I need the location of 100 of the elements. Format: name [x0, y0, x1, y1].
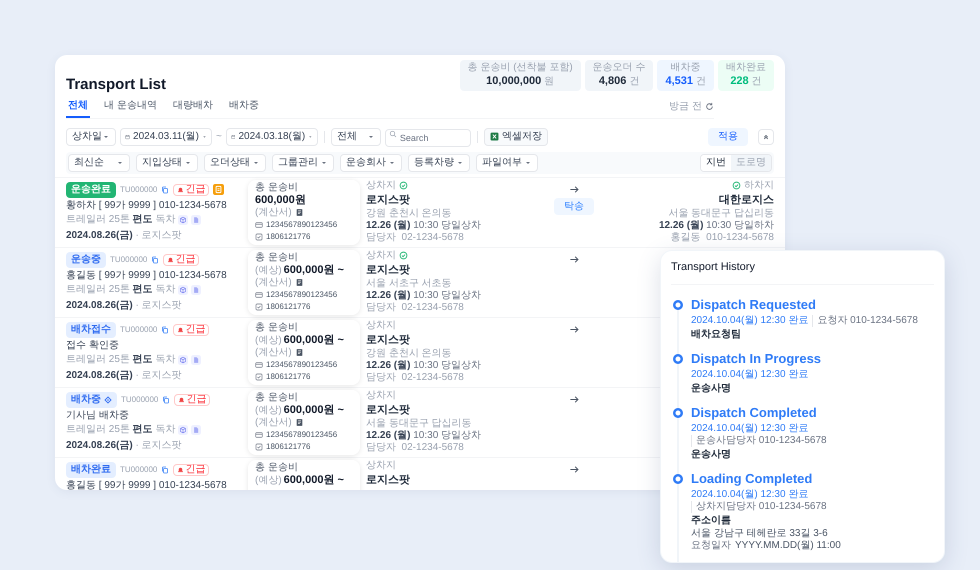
schedule-time: 12.26 (월) 10:30 당일상차	[366, 220, 482, 232]
status-badge: 운송중	[66, 252, 106, 268]
fee-label: 총 운송비	[255, 252, 299, 264]
address-mode-toggle[interactable]: 지번	[701, 154, 731, 170]
estimate-label: (예상)	[255, 474, 282, 486]
step-team: 운송사명	[691, 448, 732, 460]
step-team: 운송사명	[691, 382, 732, 394]
file-icon[interactable]	[191, 214, 202, 224]
copy-icon[interactable]	[161, 186, 170, 194]
package-icon[interactable]	[178, 284, 188, 294]
file-icon[interactable]	[191, 424, 202, 434]
step-time: 2024.10.04(월) 12:30 완료	[691, 368, 808, 380]
vehicle-info: 트레일러 25톤 편도 독차	[66, 354, 176, 366]
order-code: TU000000	[120, 184, 158, 196]
apply-button[interactable]: 적용	[708, 128, 748, 146]
step-time: 2024.10.04(월) 12:30 완료	[691, 314, 808, 326]
dropdown[interactable]: 전체	[330, 128, 381, 146]
urgent-badge: 긴급	[173, 464, 210, 476]
location-label: 하차지	[744, 180, 774, 192]
file-icon[interactable]	[191, 284, 202, 294]
date-field[interactable]: 2024.03.18(월)	[226, 128, 318, 146]
step-time: 2024.10.04(월) 12:30 완료	[691, 488, 808, 500]
package-icon[interactable]	[178, 214, 188, 224]
stat-label: 배차완료	[726, 62, 766, 74]
location-address: 서울 동대문구 답십리동	[668, 208, 774, 220]
receipt-icon	[294, 208, 304, 217]
invoice-label: (계산서)	[255, 346, 292, 358]
stat-value: 4,806	[598, 74, 626, 89]
excel-export-button[interactable]: 엑셀저장	[484, 128, 548, 146]
tab[interactable]: 내 운송내역	[102, 98, 159, 118]
timeline-dot-icon	[673, 354, 683, 364]
estimate-label: (예상)	[255, 264, 282, 276]
dropdown[interactable]: 상차일	[66, 128, 116, 146]
collapse-button[interactable]	[758, 128, 774, 144]
order-code: TU000000	[120, 464, 158, 476]
refresh-icon[interactable]	[705, 102, 714, 110]
arrow-right-icon	[568, 464, 580, 474]
fee-label: 총 운송비	[255, 392, 299, 404]
status-badge: 운송완료	[66, 182, 116, 198]
checklist-icon	[255, 442, 263, 450]
fee-label: 총 운송비	[255, 322, 299, 334]
status-badge: 배차완료	[66, 462, 116, 478]
date-field[interactable]: 2024.03.11(월)	[120, 128, 212, 146]
stat-value: 4,531	[665, 74, 693, 89]
copy-icon[interactable]	[151, 256, 160, 264]
tab[interactable]: 배차중	[226, 98, 261, 118]
fee-amount: 600,000원 ~	[284, 264, 344, 276]
urgent-badge: 긴급	[173, 324, 210, 336]
location-name: 로지스팟	[366, 262, 411, 276]
order-date: 2024.08.26(금) · 로지스팟	[66, 370, 183, 382]
arrow-right-icon	[568, 254, 580, 264]
tab[interactable]: 대량배차	[170, 98, 215, 118]
card-number: 1234567890123456	[266, 358, 338, 370]
dropdown[interactable]: 등록차량	[408, 154, 470, 172]
phone-number: 1806121776	[266, 230, 310, 242]
copy-icon[interactable]	[162, 396, 170, 404]
timeline-dot-icon	[673, 474, 683, 484]
step-team: 주소이름	[691, 514, 732, 526]
card-icon	[255, 430, 263, 438]
dropdown[interactable]: 지입상태	[136, 154, 198, 172]
location-label: 상차지	[366, 180, 396, 192]
dropdown[interactable]: 파일여부	[476, 154, 538, 172]
file-icon[interactable]	[191, 354, 202, 364]
checklist-icon	[255, 232, 263, 240]
driver-info: 접수 확인중	[66, 340, 120, 352]
search-field[interactable]: Search	[384, 128, 471, 146]
calendar-icon	[125, 132, 130, 140]
card-icon	[255, 290, 263, 298]
package-icon[interactable]	[178, 354, 188, 364]
phone-number: 1806121776	[266, 300, 310, 312]
dropdown[interactable]: 오더상태	[204, 154, 266, 172]
card-icon	[255, 360, 263, 368]
contact-info: 담당자 02-1234-5678	[366, 372, 465, 384]
invoice-label: (계산서)	[255, 206, 292, 218]
step-title: Loading Completed	[691, 470, 814, 486]
dropdown[interactable]: 그룹관리	[272, 154, 334, 172]
dropdown[interactable]: 운송회사	[340, 154, 402, 172]
stat-unit: 원	[544, 75, 554, 89]
driver-info: 황하차 [ 99가 9999 ] 010-1234-5678	[66, 200, 228, 212]
schedule-time: 12.26 (월) 10:30 당일상차	[366, 290, 482, 302]
stat-unit: 건	[696, 75, 706, 89]
request-label: 요청일자	[691, 540, 731, 552]
stat-label: 배차중	[670, 62, 701, 74]
checklist-icon	[255, 302, 263, 310]
status-badge: 배차중	[66, 392, 117, 408]
step-contact: 상차지담당자 010-1234-5678	[691, 500, 827, 512]
copy-icon[interactable]	[161, 326, 170, 334]
stat-value: 10,000,000	[486, 74, 542, 89]
driver-info: 기사님 배차중	[66, 410, 130, 422]
location-label: 상차지	[366, 460, 396, 472]
tab[interactable]: 전체	[66, 98, 90, 118]
invoice-label: (계산서)	[255, 276, 292, 288]
card-number: 1234567890123456	[266, 288, 338, 300]
package-icon[interactable]	[178, 424, 188, 434]
copy-icon[interactable]	[161, 466, 170, 474]
dropdown[interactable]: 최신순	[68, 154, 130, 172]
schedule-time: 12.26 (월) 10:30 당일상차	[366, 360, 482, 372]
contact-info: 담당자 02-1234-5678	[366, 442, 465, 454]
stat-unit: 건	[752, 75, 762, 89]
urgent-badge: 긴급	[163, 254, 200, 266]
